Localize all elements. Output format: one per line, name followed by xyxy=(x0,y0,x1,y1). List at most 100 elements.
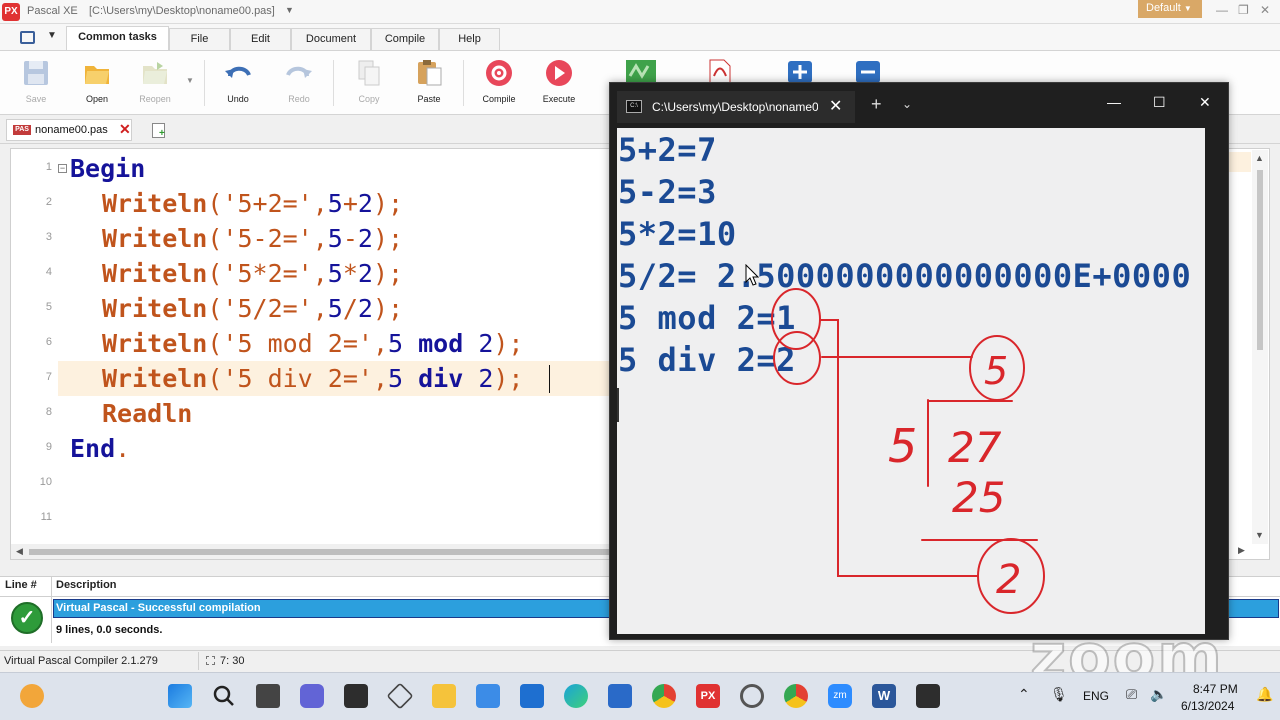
line-number: 11 xyxy=(40,511,52,523)
line-column-header[interactable]: Line # xyxy=(5,579,37,591)
edge-icon[interactable] xyxy=(564,684,588,708)
zoom-app-icon[interactable]: zm xyxy=(828,684,852,708)
show-hidden-icons[interactable]: ⌃ xyxy=(1018,686,1030,703)
reopen-label: Reopen xyxy=(139,94,171,104)
redo-icon xyxy=(286,66,312,78)
tab-file[interactable]: File xyxy=(169,28,230,50)
minimize-icon[interactable]: — xyxy=(1216,3,1228,17)
compiler-version: Virtual Pascal Compiler 2.1.279 xyxy=(4,655,158,667)
folder-reopen-icon xyxy=(143,62,167,84)
theme-selector[interactable]: Default ▼ xyxy=(1138,0,1202,18)
pascal-xe-icon[interactable]: PX xyxy=(696,684,720,708)
scroll-right-icon[interactable]: ▶ xyxy=(1238,545,1245,556)
microphone-icon[interactable]: 🎙 xyxy=(1050,686,1068,703)
zoom-out-icon[interactable] xyxy=(855,60,881,84)
line-number: 4 xyxy=(45,266,52,278)
reopen-dropdown-icon[interactable]: ▼ xyxy=(186,76,194,85)
task-view-icon[interactable] xyxy=(256,684,280,708)
console-line: 5*2=10 xyxy=(618,215,737,253)
title-dropdown-icon[interactable]: ▼ xyxy=(285,5,294,15)
chrome-icon[interactable] xyxy=(652,684,676,708)
copy-icon xyxy=(358,60,380,86)
console-scrollbar[interactable] xyxy=(1205,128,1228,634)
line-number: 10 xyxy=(39,476,52,488)
code-line-4: Writeln('5*2=',5*2); xyxy=(102,259,404,288)
close-icon[interactable]: ✕ xyxy=(1199,94,1211,111)
copy-button[interactable]: Copy xyxy=(347,56,391,112)
notification-bell-icon[interactable]: 🔔 xyxy=(1256,686,1273,703)
search-icon[interactable] xyxy=(212,684,236,708)
description-column-header[interactable]: Description xyxy=(56,579,117,591)
file-explorer-icon[interactable] xyxy=(432,684,456,708)
file-tab-label: noname00.pas xyxy=(35,124,108,136)
undo-button[interactable]: Undo xyxy=(216,56,260,112)
store-icon[interactable] xyxy=(476,684,500,708)
redo-label: Redo xyxy=(288,94,310,104)
line-number: 9 xyxy=(45,441,52,453)
code-line-7: Writeln('5 div 2=',5 div 2); xyxy=(102,364,524,393)
pas-file-icon: PAS xyxy=(13,125,31,135)
horizontal-scrollbar[interactable]: ◀ xyxy=(11,544,611,559)
chrome-profile-icon[interactable] xyxy=(784,684,808,708)
maximize-icon[interactable]: ☐ xyxy=(1153,94,1166,111)
scroll-down-icon[interactable]: ▼ xyxy=(1255,530,1264,540)
console-cursor xyxy=(617,388,619,422)
scroll-up-icon[interactable]: ▲ xyxy=(1255,153,1264,163)
terminal-icon: C:\ xyxy=(626,100,642,113)
undo-label: Undo xyxy=(227,94,249,104)
code-line-2: Writeln('5+2=',5+2); xyxy=(102,189,404,218)
paste-button[interactable]: Paste xyxy=(407,56,451,112)
execute-button[interactable]: Execute xyxy=(537,56,581,112)
current-line-highlight-tail xyxy=(1229,152,1251,172)
tab-help[interactable]: Help xyxy=(439,28,500,50)
tab-compile[interactable]: Compile xyxy=(371,28,439,50)
mail-icon[interactable] xyxy=(520,684,544,708)
zoom-in-icon[interactable] xyxy=(787,60,813,84)
export-pdf-icon[interactable] xyxy=(706,58,734,84)
network-icon[interactable]: ⎚ xyxy=(1126,686,1137,703)
fold-toggle-icon[interactable]: − xyxy=(58,164,67,173)
open-button[interactable]: Open xyxy=(75,56,119,112)
input-language[interactable]: ENG xyxy=(1083,689,1109,703)
tab-edit[interactable]: Edit xyxy=(230,28,291,50)
volume-icon[interactable]: 🔈 xyxy=(1150,686,1167,703)
message-text: Virtual Pascal - Successful compilation xyxy=(56,602,261,614)
close-icon[interactable]: ✕ xyxy=(829,96,842,116)
scroll-left-icon[interactable]: ◀ xyxy=(16,546,23,557)
tab-document[interactable]: Document xyxy=(291,28,371,50)
export-html-icon[interactable] xyxy=(624,58,658,84)
vertical-scrollbar[interactable]: ▲ ▼ xyxy=(1252,150,1268,544)
folder-open-icon xyxy=(85,66,109,84)
quick-menu-caret-icon[interactable]: ▼ xyxy=(47,30,57,41)
teams-chat-icon[interactable] xyxy=(300,684,324,708)
close-icon[interactable]: ✕ xyxy=(1260,3,1270,17)
quick-menu-icon[interactable] xyxy=(20,31,35,44)
chevron-down-icon[interactable]: ⌄ xyxy=(902,97,912,111)
scrollbar-thumb[interactable] xyxy=(1257,170,1263,350)
close-tab-icon[interactable]: ✕ xyxy=(119,121,131,138)
notepad-icon[interactable] xyxy=(608,684,632,708)
weather-widget-icon[interactable] xyxy=(20,684,44,708)
minimize-icon[interactable]: — xyxy=(1107,94,1121,110)
message-row-summary[interactable]: 9 lines, 0.0 seconds. xyxy=(56,624,162,636)
clock-time[interactable]: 8:47 PM xyxy=(1193,682,1238,696)
execute-icon xyxy=(546,60,572,86)
new-file-icon[interactable] xyxy=(152,123,165,139)
clock-date[interactable]: 6/13/2024 xyxy=(1181,699,1234,713)
start-icon[interactable] xyxy=(168,684,192,708)
compile-button[interactable]: Compile xyxy=(477,56,521,112)
scrollbar-thumb[interactable] xyxy=(29,549,609,555)
save-button[interactable]: Save xyxy=(14,56,58,112)
restore-icon[interactable]: ❐ xyxy=(1238,3,1249,17)
file-tab-noname00[interactable]: PAS noname00.pas ✕ xyxy=(6,119,132,141)
new-tab-icon[interactable]: + xyxy=(871,94,882,115)
line-number: 6 xyxy=(45,336,52,348)
console-app-icon[interactable] xyxy=(916,684,940,708)
open-label: Open xyxy=(85,94,109,104)
word-icon[interactable]: W xyxy=(872,684,896,708)
terminal-icon[interactable] xyxy=(344,684,368,708)
obs-icon[interactable] xyxy=(740,684,764,708)
reopen-button[interactable]: Reopen xyxy=(133,56,177,112)
tab-common-tasks[interactable]: Common tasks xyxy=(66,26,169,51)
redo-button[interactable]: Redo xyxy=(277,56,321,112)
